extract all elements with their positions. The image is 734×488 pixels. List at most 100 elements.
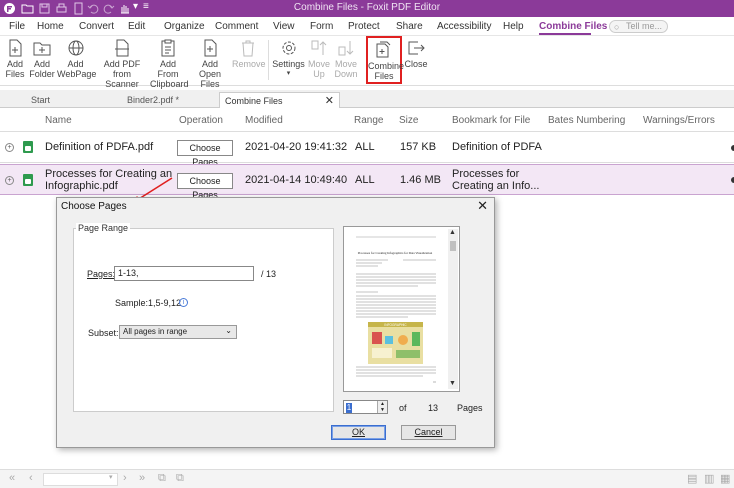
table-row[interactable]: + Processes for Creating an Infographic.… — [0, 164, 734, 200]
page-range-group — [73, 228, 334, 412]
scroll-down-icon[interactable]: ▼ — [449, 380, 456, 387]
page-range-title: Page Range — [76, 223, 131, 233]
add-folder-button[interactable]: Add Folder — [29, 36, 55, 84]
tab-start[interactable]: Start — [26, 92, 121, 108]
combine-label-2: Files — [374, 71, 394, 81]
add-files-label: Add Files — [5, 59, 25, 79]
add-folder-label: Add Folder — [29, 59, 55, 79]
add-open-files-button[interactable]: Add Open Files — [190, 36, 230, 89]
menu-form[interactable]: Form — [310, 21, 333, 32]
tab-binder-label: Binder2.pdf * — [127, 95, 180, 105]
add-files-button[interactable]: Add Files — [2, 36, 28, 84]
menu-combine-files[interactable]: Combine Files — [539, 21, 607, 32]
combine-label-1: Combine — [368, 61, 405, 71]
of-label: of — [399, 403, 407, 413]
col-bates[interactable]: Bates Numbering — [548, 115, 625, 126]
prev-page-icon[interactable]: ‹ — [29, 472, 33, 484]
tell-me-input[interactable]: ○ Tell me... — [609, 20, 668, 33]
ok-button[interactable]: OK — [331, 425, 386, 440]
preview-banner: INFOGRAPHIC — [384, 323, 407, 327]
close-icon[interactable]: ✕ — [477, 198, 488, 214]
add-open-file-icon — [204, 39, 217, 57]
add-webpage-button[interactable]: Add WebPage — [57, 36, 96, 84]
col-range[interactable]: Range — [354, 115, 383, 126]
col-size[interactable]: Size — [399, 115, 418, 126]
close-arrow-icon — [408, 41, 425, 55]
preview-scrollbar[interactable]: ▲ ▼ — [448, 229, 458, 389]
sample-text: Sample:1,5-9,12 — [115, 298, 182, 308]
menu-help[interactable]: Help — [503, 21, 524, 32]
choose-pages-button[interactable]: Choose Pages — [177, 173, 233, 200]
col-bookmark[interactable]: Bookmark for File — [452, 115, 530, 126]
add-from-scanner-button[interactable]: Add PDF from Scanner — [97, 36, 147, 89]
menu-home[interactable]: Home — [37, 21, 64, 32]
menu-convert[interactable]: Convert — [79, 21, 114, 32]
pdf-file-icon — [23, 174, 33, 186]
move-down-label-2: Down — [334, 69, 358, 79]
next-page-icon[interactable]: › — [123, 472, 127, 484]
add-scanner-label-2: from Scanner — [105, 69, 139, 89]
close-button[interactable]: Close — [404, 36, 428, 84]
move-up-icon — [311, 40, 327, 55]
menu-edit[interactable]: Edit — [128, 21, 145, 32]
page-number-input[interactable] — [43, 473, 118, 486]
expand-icon[interactable]: + — [5, 143, 14, 152]
menu-comment[interactable]: Comment — [215, 21, 258, 32]
file-size: 157 KB — [400, 141, 437, 153]
move-down-button[interactable]: Move Down — [333, 36, 359, 84]
scroll-up-icon[interactable]: ▲ — [449, 229, 456, 236]
chevron-down-icon[interactable]: ▾ — [109, 473, 113, 481]
last-page-icon[interactable]: » — [139, 472, 145, 484]
menu-file[interactable]: File — [9, 21, 25, 32]
single-page-icon[interactable]: ▤ — [687, 472, 697, 485]
continuous-page-icon[interactable]: ▥ — [704, 472, 714, 485]
choose-pages-button[interactable]: Choose Pages — [177, 140, 233, 167]
add-file-icon — [9, 39, 22, 57]
facing-page-icon[interactable]: ▦ — [720, 472, 730, 485]
close-icon[interactable]: ✕ — [325, 94, 334, 107]
combine-files-button[interactable]: Combine Files — [366, 36, 405, 84]
info-icon[interactable]: i — [179, 298, 188, 307]
cancel-button[interactable]: Cancel — [401, 425, 456, 440]
first-page-icon[interactable]: « — [9, 472, 15, 484]
menu-accessibility[interactable]: Accessibility — [437, 21, 491, 32]
add-scanner-label-1: Add PDF — [103, 59, 141, 69]
tab-binder[interactable]: Binder2.pdf * — [122, 92, 218, 108]
file-name-line-2: Infographic.pdf — [45, 180, 118, 192]
status-bar: « ‹ ▾ › » ⧉ ⧉ ▤ ▥ ▦ — [0, 469, 734, 488]
stepper-arrows[interactable]: ▲ ▼ — [377, 401, 387, 413]
subset-select[interactable]: All pages in range ⌄ — [119, 325, 237, 339]
col-modified[interactable]: Modified — [245, 115, 283, 126]
settings-label: Settings — [272, 59, 305, 69]
tab-start-label: Start — [31, 95, 51, 105]
preview-doc-title: Processes for Creating Infographics for … — [358, 251, 433, 255]
table-row[interactable]: + Definition of PDFA.pdf Choose Pages 20… — [0, 133, 734, 167]
col-operation[interactable]: Operation — [179, 115, 223, 126]
dialog-title: Choose Pages — [61, 201, 127, 212]
paste-view-icon[interactable]: ⧉ — [176, 472, 184, 485]
trash-icon — [242, 40, 254, 57]
menu-organize[interactable]: Organize — [164, 21, 205, 32]
add-clipboard-label-2: Clipboard — [150, 79, 189, 89]
pages-input[interactable]: 1-13, — [114, 266, 254, 281]
col-warnings[interactable]: Warnings/Errors — [643, 115, 715, 126]
move-up-button[interactable]: Move Up — [307, 36, 331, 84]
tab-combine-files[interactable]: Combine Files ✕ — [219, 92, 340, 108]
preview-page-stepper[interactable]: 1 ▲ ▼ — [343, 400, 388, 414]
globe-icon — [68, 40, 83, 56]
menu-protect[interactable]: Protect — [348, 21, 380, 32]
menu-view[interactable]: View — [273, 21, 295, 32]
copy-view-icon[interactable]: ⧉ — [158, 472, 166, 485]
remove-button[interactable]: Remove — [232, 36, 266, 84]
page-preview: Processes for Creating Infographics for … — [343, 226, 460, 392]
col-name[interactable]: Name — [45, 115, 72, 126]
expand-icon[interactable]: + — [5, 176, 14, 185]
file-bookmark: Processes for Creating an Info... — [452, 168, 539, 192]
settings-button[interactable]: Settings ▾ — [272, 36, 305, 84]
add-open-label-2: Open Files — [198, 69, 222, 89]
add-from-clipboard-button[interactable]: Add From Clipboard — [150, 36, 189, 89]
menu-share[interactable]: Share — [396, 21, 423, 32]
scroll-thumb[interactable] — [450, 241, 456, 251]
file-bookmark: Definition of PDFA — [452, 141, 542, 153]
add-clipboard-label-1: Add From — [157, 59, 179, 79]
